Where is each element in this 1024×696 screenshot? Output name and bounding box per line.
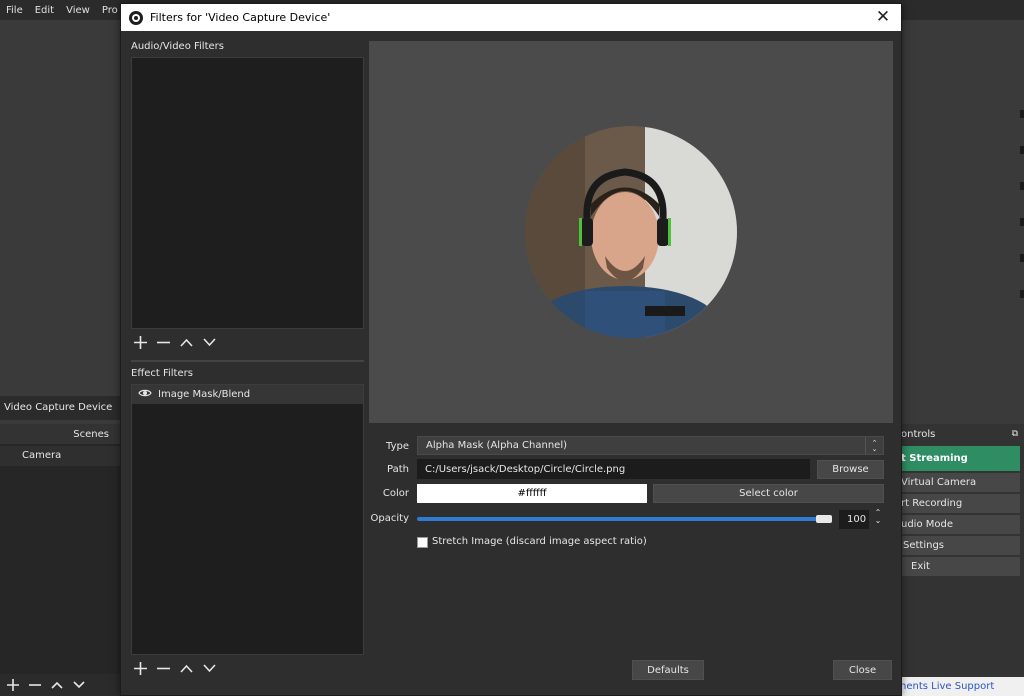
remove-filter-icon[interactable] [157, 336, 170, 349]
scenes-toolbar [0, 674, 121, 696]
path-label: Path [387, 464, 409, 475]
stretch-image-label: Stretch Image (discard image aspect rati… [432, 536, 647, 547]
move-up-icon[interactable] [50, 679, 63, 692]
mask-type-dropdown[interactable]: Alpha Mask (Alpha Channel) ⌃ ⌄ [417, 436, 884, 455]
controls-header: ontrols ⧉ [901, 424, 1024, 444]
filters-dialog: Filters for 'Video Capture Device' ✕ Aud… [120, 3, 902, 696]
opacity-label: Opacity [370, 513, 409, 524]
menu-view[interactable]: View [66, 5, 90, 16]
effect-filter-item[interactable]: Image Mask/Blend [132, 385, 363, 404]
move-down-icon[interactable] [203, 336, 216, 349]
audio-video-toolbar [134, 336, 216, 349]
mask-type-value: Alpha Mask (Alpha Channel) [426, 440, 568, 451]
add-filter-icon[interactable] [134, 662, 147, 675]
controls-title: ontrols [901, 428, 936, 440]
edge-tick [1020, 146, 1024, 154]
effect-filters-label: Effect Filters [131, 368, 193, 379]
remove-scene-icon[interactable] [28, 679, 41, 692]
remove-filter-icon[interactable] [157, 662, 170, 675]
type-label: Type [386, 441, 409, 452]
add-filter-icon[interactable] [134, 336, 147, 349]
start-recording-button[interactable]: rt Recording [901, 494, 1020, 513]
source-name-label: Video Capture Device [0, 396, 121, 420]
dialog-titlebar: Filters for 'Video Capture Device' ✕ [121, 4, 901, 31]
studio-mode-button[interactable]: udio Mode [901, 515, 1020, 534]
webcam-preview-image [525, 126, 737, 338]
start-streaming-button[interactable]: t Streaming [901, 446, 1020, 471]
color-swatch: #ffffff [417, 484, 647, 503]
scenes-panel: Scenes Camera [0, 424, 121, 674]
select-color-button[interactable]: Select color [653, 484, 884, 503]
opacity-spinbox[interactable]: 100 [839, 510, 869, 529]
filter-preview [369, 41, 893, 423]
effect-filters-toolbar [134, 662, 216, 675]
controls-panel: ontrols ⧉ t Streaming Virtual Camera rt … [901, 424, 1024, 684]
chevron-updown-icon: ⌃ ⌄ [865, 437, 883, 454]
move-up-icon[interactable] [180, 336, 193, 349]
spin-down-icon[interactable]: ⌄ [875, 517, 882, 525]
scene-item[interactable]: Camera [0, 446, 121, 466]
add-scene-icon[interactable] [6, 679, 19, 692]
spinbox-arrows[interactable]: ⌃ ⌄ [871, 509, 885, 525]
menu-edit[interactable]: Edit [35, 5, 54, 16]
menu-file[interactable]: File [6, 5, 23, 16]
undock-icon[interactable]: ⧉ [1012, 429, 1018, 439]
color-label: Color [382, 488, 409, 499]
effect-filters-list: Image Mask/Blend [131, 384, 364, 655]
move-down-icon[interactable] [72, 679, 85, 692]
opacity-slider-handle[interactable] [816, 515, 832, 523]
dialog-title: Filters for 'Video Capture Device' [150, 11, 331, 24]
move-up-icon[interactable] [180, 662, 193, 675]
exit-button[interactable]: Exit [901, 557, 1020, 576]
audio-video-filters-list[interactable] [131, 57, 364, 329]
edge-tick [1020, 110, 1024, 118]
menu-profile[interactable]: Pro [102, 5, 118, 16]
stretch-image-checkbox[interactable] [417, 537, 428, 548]
close-icon[interactable]: ✕ [873, 7, 893, 27]
edge-resize-handles [1020, 110, 1024, 330]
obs-logo-icon [129, 10, 143, 25]
edge-tick [1020, 290, 1024, 298]
effect-filter-name: Image Mask/Blend [158, 389, 251, 400]
settings-button[interactable]: Settings [901, 536, 1020, 555]
virtual-camera-button[interactable]: Virtual Camera [901, 473, 1020, 492]
move-down-icon[interactable] [203, 662, 216, 675]
defaults-button[interactable]: Defaults [632, 660, 704, 680]
opacity-slider[interactable] [417, 517, 830, 521]
edge-tick [1020, 218, 1024, 226]
scenes-header: Scenes [0, 424, 121, 444]
path-field[interactable]: C:/Users/jsack/Desktop/Circle/Circle.png [417, 459, 810, 479]
audio-video-filters-label: Audio/Video Filters [131, 41, 224, 52]
edge-tick [1020, 182, 1024, 190]
main-preview-area [904, 20, 1024, 420]
eye-icon[interactable] [138, 388, 152, 401]
edge-tick [1020, 254, 1024, 262]
divider [131, 360, 364, 362]
browse-button[interactable]: Browse [817, 460, 884, 479]
close-button[interactable]: Close [833, 660, 892, 680]
